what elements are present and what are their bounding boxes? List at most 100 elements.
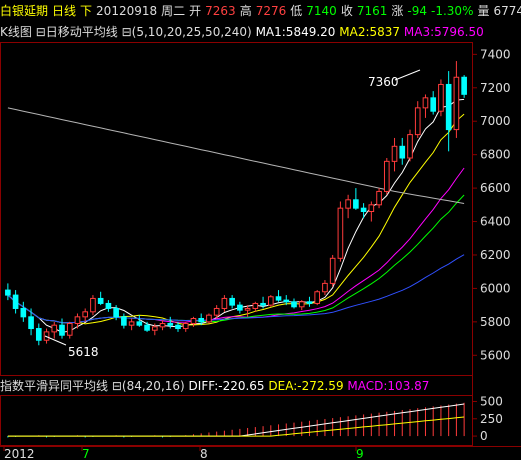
candlestick[interactable]: [252, 301, 259, 312]
candlestick[interactable]: [237, 301, 243, 314]
candlestick[interactable]: [329, 254, 336, 287]
candlestick[interactable]: [368, 201, 375, 222]
candlestick[interactable]: [12, 290, 19, 314]
price-tick-label: 6000: [480, 281, 511, 295]
candlestick[interactable]: [267, 295, 274, 307]
time-tick-label: 8: [200, 447, 208, 460]
candlestick[interactable]: [445, 71, 452, 152]
candlestick[interactable]: [275, 290, 282, 302]
candlestick[interactable]: [399, 137, 406, 165]
candlestick[interactable]: [260, 296, 266, 309]
candle-body: [5, 289, 11, 296]
candle-body: [20, 307, 27, 318]
candle-body: [360, 207, 367, 213]
candle-body: [66, 323, 73, 336]
time-tick-label: 7: [82, 447, 90, 460]
candlestick[interactable]: [182, 321, 189, 332]
candle-body: [213, 307, 220, 316]
price-tick-label: 7000: [480, 114, 511, 128]
price-tick-label: 6800: [480, 148, 511, 162]
candle-body: [113, 307, 119, 318]
candlestick[interactable]: [82, 308, 89, 322]
candlestick[interactable]: [206, 313, 212, 324]
candlestick[interactable]: [461, 75, 467, 98]
candlestick[interactable]: [306, 296, 313, 307]
time-axis: 2012 7 8 9: [3, 446, 364, 460]
price-tick-label: 6600: [480, 181, 511, 195]
candle-body: [260, 302, 266, 306]
candle-body: [74, 316, 81, 325]
dea-line: [7, 416, 465, 437]
candlestick[interactable]: [438, 79, 444, 117]
candlestick[interactable]: [229, 295, 235, 309]
candlestick[interactable]: [43, 328, 50, 344]
candlestick[interactable]: [360, 203, 367, 219]
candle-body: [283, 299, 290, 303]
high-annotation-label: 7360: [368, 75, 399, 89]
diff-line: [7, 403, 465, 437]
candlestick[interactable]: [66, 321, 73, 339]
candlestick[interactable]: [430, 91, 437, 115]
macd-histogram: [7, 402, 465, 438]
candlestick[interactable]: [28, 308, 34, 336]
candlestick[interactable]: [20, 301, 27, 322]
candlestick[interactable]: [159, 320, 166, 331]
candle-body: [128, 321, 135, 326]
price-axis: 7400 7200 7000 6800 6600 6400 6200 6000 5800 5600: [472, 47, 511, 362]
candlestick[interactable]: [345, 194, 351, 219]
candle-body: [407, 134, 413, 159]
candle-body: [206, 314, 212, 323]
candle-body: [414, 107, 421, 136]
candlestick[interactable]: [90, 295, 96, 316]
candle-body: [345, 199, 351, 209]
candle-body: [28, 316, 34, 330]
candle-body: [275, 296, 282, 301]
candlestick[interactable]: [453, 61, 460, 138]
candlestick[interactable]: [51, 321, 58, 339]
candle-body: [121, 316, 127, 326]
candle-body: [329, 257, 336, 284]
low-annotation-label: 5618: [68, 345, 99, 359]
candlestick[interactable]: [59, 318, 65, 339]
candlestick[interactable]: [136, 315, 143, 327]
candlestick[interactable]: [291, 298, 297, 309]
candle-body: [244, 307, 251, 311]
candlestick[interactable]: [121, 313, 127, 329]
candle-body: [422, 97, 429, 109]
candlestick[interactable]: [74, 313, 81, 329]
time-tick-label: 9: [356, 447, 364, 460]
candlestick[interactable]: [97, 291, 104, 306]
candlestick[interactable]: [221, 295, 228, 312]
candlestick[interactable]: [5, 283, 11, 301]
candlestick[interactable]: [383, 158, 390, 195]
candlestick[interactable]: [105, 300, 112, 312]
candlestick[interactable]: [407, 129, 413, 162]
high-annotation: 7360: [368, 69, 421, 89]
candlestick[interactable]: [391, 137, 398, 172]
candlestick[interactable]: [376, 188, 382, 209]
macd-panel-frame: [0, 395, 473, 446]
candle-body: [221, 297, 228, 309]
candlestick[interactable]: [322, 280, 328, 296]
candle-body: [35, 328, 42, 341]
price-tick-label: 6400: [480, 215, 511, 229]
candlestick[interactable]: [414, 101, 421, 138]
ma1-line: [7, 98, 465, 333]
candle-body: [252, 302, 259, 309]
candlestick[interactable]: [353, 188, 359, 210]
candlestick[interactable]: [128, 318, 135, 331]
candle-body: [59, 324, 65, 336]
ma5-line: [7, 254, 465, 324]
candlestick[interactable]: [35, 323, 42, 346]
candle-body: [368, 204, 375, 213]
candle-body: [453, 76, 460, 131]
candlestick[interactable]: [314, 290, 321, 306]
chart-canvas[interactable]: 7400 7200 7000 6800 6600 6400 6200 6000 5800 5600…: [0, 0, 521, 460]
macd-tick-label: 0: [480, 429, 488, 443]
time-tick-label: 2012: [4, 447, 35, 460]
candle-body: [291, 301, 297, 308]
candlestick[interactable]: [337, 201, 344, 262]
candlestick[interactable]: [298, 300, 305, 311]
candlestick[interactable]: [422, 94, 429, 118]
candle-body: [190, 318, 197, 325]
